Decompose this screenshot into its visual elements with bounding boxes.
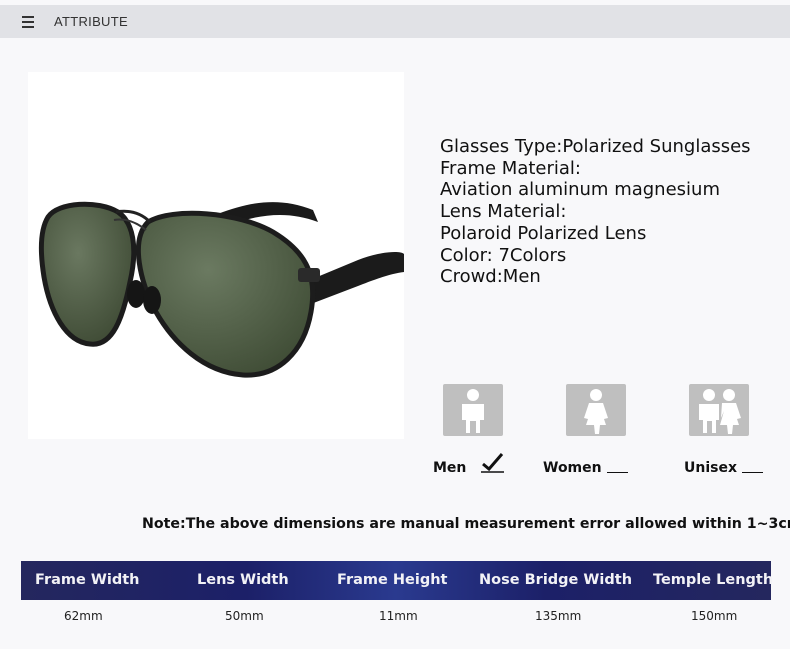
woman-icon bbox=[566, 384, 626, 436]
header-title: ATTRIBUTE bbox=[54, 14, 128, 29]
attribute-line: Lens Material: bbox=[440, 201, 567, 223]
crowd-label-women: Women bbox=[543, 460, 602, 476]
unisex-icon bbox=[689, 384, 749, 436]
attribute-line: Glasses Type:Polarized Sunglasses bbox=[440, 136, 751, 157]
aviator-sunglasses-icon bbox=[38, 201, 404, 378]
measurement-note: Note:The above dimensions are manual mea… bbox=[142, 516, 790, 532]
dimension-value: 135mm bbox=[535, 609, 582, 623]
menu-icon[interactable] bbox=[22, 16, 34, 28]
dimension-value: 150mm bbox=[691, 609, 738, 623]
product-attributes: Glasses Type:Polarized Sunglasses Frame … bbox=[440, 136, 751, 288]
column-header: Temple Length bbox=[653, 572, 774, 588]
attribute-line: Color: 7Colors bbox=[440, 244, 567, 266]
crowd-label-men: Men bbox=[433, 460, 467, 476]
attribute-header: ATTRIBUTE bbox=[0, 5, 790, 38]
unselected-dash bbox=[607, 472, 628, 474]
crowd-label-unisex: Unisex bbox=[684, 460, 737, 476]
column-header: Lens Width bbox=[197, 572, 289, 588]
unselected-dash bbox=[742, 472, 763, 474]
column-header: Nose Bridge Width bbox=[479, 572, 633, 588]
checkmark-icon bbox=[481, 453, 504, 473]
dimension-value: 11mm bbox=[379, 609, 418, 623]
dimension-value: 62mm bbox=[64, 609, 103, 623]
attribute-line: Polaroid Polarized Lens bbox=[440, 222, 647, 244]
sunglasses-image bbox=[28, 72, 404, 439]
column-header: Frame Height bbox=[337, 572, 448, 588]
attribute-line: Crowd:Men bbox=[440, 266, 541, 288]
man-icon bbox=[443, 384, 503, 436]
attribute-line: Aviation aluminum magnesium bbox=[440, 179, 720, 201]
dimensions-table-header: Frame Width Lens Width Frame Height Nose… bbox=[21, 561, 774, 600]
dimension-value: 50mm bbox=[225, 609, 264, 623]
attribute-line: Frame Material: bbox=[440, 157, 581, 179]
column-header: Frame Width bbox=[35, 572, 140, 588]
